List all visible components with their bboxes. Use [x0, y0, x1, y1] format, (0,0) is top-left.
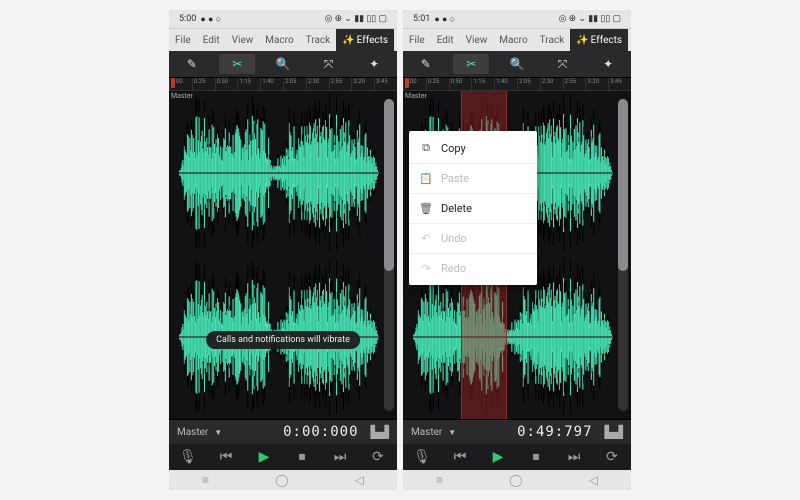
- track-label: Master: [405, 92, 427, 100]
- status-dots: ● ● ○: [434, 14, 455, 25]
- skip-back-button[interactable]: ⏮: [448, 445, 472, 469]
- waveform-channel-left: [179, 91, 379, 255]
- playhead-marker[interactable]: [171, 78, 175, 88]
- paste-icon: 📋: [419, 172, 433, 185]
- toolbar: ✎ ✂ 🔍 ⤧ ✦: [169, 51, 397, 78]
- menu-edit[interactable]: Edit: [431, 29, 460, 51]
- figure-root: 5:00 ● ● ○ ◎ ⊕ ⌄ ▮▮ ▯▯ ▢ File Edit View M…: [0, 0, 800, 500]
- menu-edit[interactable]: Edit: [197, 29, 226, 51]
- status-time: 5:00: [179, 14, 196, 24]
- waveform-style-icon[interactable]: ▙▟: [371, 425, 389, 439]
- footer-track-select[interactable]: Master: [411, 427, 442, 438]
- skip-forward-button[interactable]: ⏭: [328, 445, 352, 469]
- redo-icon: ↷: [419, 262, 433, 275]
- tool-pencil-icon[interactable]: ✎: [174, 54, 210, 74]
- tool-cut-icon[interactable]: ✂: [219, 54, 255, 74]
- tool-move-icon[interactable]: ⤧: [311, 54, 347, 74]
- play-button[interactable]: ▶: [486, 445, 510, 469]
- status-bar: 5:00 ● ● ○ ◎ ⊕ ⌄ ▮▮ ▯▯ ▢: [169, 10, 397, 28]
- scrollbar-thumb[interactable]: [384, 99, 394, 271]
- delete-icon: 🗑: [419, 202, 433, 215]
- ctx-undo: ↶Undo: [409, 224, 537, 254]
- track-footer: Master ▼ 0:49:797 ▙▟: [403, 419, 631, 444]
- play-button[interactable]: ▶: [252, 445, 276, 469]
- status-icons: ◎ ⊕ ⌄ ▮▮ ▯▯ ▢: [559, 14, 621, 24]
- skip-forward-button[interactable]: ⏭: [562, 445, 586, 469]
- menu-effects[interactable]: ✨Effects: [336, 29, 394, 51]
- tool-pencil-icon[interactable]: ✎: [408, 54, 444, 74]
- ctx-redo: ↷Redo: [409, 254, 537, 283]
- loop-button[interactable]: ⟳: [600, 445, 624, 469]
- menu-bar[interactable]: File Edit View Macro Track ✨Effects: [169, 28, 397, 51]
- footer-track-select[interactable]: Master: [177, 427, 208, 438]
- status-dots: ● ● ○: [200, 14, 221, 25]
- menu-view[interactable]: View: [460, 29, 494, 51]
- record-button[interactable]: 🎙: [176, 445, 200, 469]
- ctx-delete[interactable]: 🗑Delete: [409, 194, 537, 224]
- tool-cut-icon[interactable]: ✂: [453, 54, 489, 74]
- toast-notification: Calls and notifications will vibrate: [206, 331, 360, 349]
- chevron-down-icon[interactable]: ▼: [448, 428, 456, 437]
- waveform-track-area[interactable]: Master ⧉Copy 📋Paste 🗑Delete ↶Undo ↷Redo: [403, 91, 631, 419]
- menu-view[interactable]: View: [226, 29, 260, 51]
- copy-icon: ⧉: [419, 141, 433, 155]
- playback-bar: 🎙 ⏮ ▶ ⏹ ⏭ ⟳: [169, 444, 397, 470]
- menu-macro[interactable]: Macro: [259, 29, 299, 51]
- status-icons: ◎ ⊕ ⌄ ▮▮ ▯▯ ▢: [325, 14, 387, 24]
- stop-button[interactable]: ⏹: [524, 445, 548, 469]
- context-menu: ⧉Copy 📋Paste 🗑Delete ↶Undo ↷Redo: [409, 131, 537, 285]
- status-bar: 5:01 ● ● ○ ◎ ⊕ ⌄ ▮▮ ▯▯ ▢: [403, 10, 631, 28]
- track-label: Master: [171, 92, 193, 100]
- ctx-paste: 📋Paste: [409, 164, 537, 194]
- chevron-down-icon[interactable]: ▼: [214, 428, 222, 437]
- nav-recents-icon[interactable]: ≡: [436, 473, 443, 487]
- tool-magic-icon[interactable]: ✦: [356, 54, 392, 74]
- menu-file[interactable]: File: [403, 29, 431, 51]
- playhead-marker[interactable]: [405, 78, 409, 88]
- time-display: 0:49:797: [517, 424, 592, 440]
- tool-move-icon[interactable]: ⤧: [545, 54, 581, 74]
- track-footer: Master ▼ 0:00:000 ▙▟: [169, 419, 397, 444]
- time-display: 0:00:000: [283, 424, 358, 440]
- waveform-track-area[interactable]: Master Calls and notifications will vibr…: [169, 91, 397, 419]
- menu-effects[interactable]: ✨Effects: [570, 29, 628, 51]
- android-nav-bar: ≡ ◯ ◁: [403, 470, 631, 490]
- vertical-scrollbar[interactable]: [618, 99, 628, 411]
- waveform-style-icon[interactable]: ▙▟: [605, 425, 623, 439]
- android-nav-bar: ≡ ◯ ◁: [169, 470, 397, 490]
- tool-zoom-icon[interactable]: 🔍: [265, 54, 301, 74]
- menu-track[interactable]: Track: [300, 29, 337, 51]
- record-button[interactable]: 🎙: [410, 445, 434, 469]
- skip-back-button[interactable]: ⏮: [214, 445, 238, 469]
- menu-bar[interactable]: File Edit View Macro Track ✨Effects: [403, 28, 631, 51]
- nav-home-icon[interactable]: ◯: [275, 473, 288, 487]
- menu-macro[interactable]: Macro: [493, 29, 533, 51]
- timeline-ruler[interactable]: 0:00 0:25 0:50 1:15 1:40 2:05 2:30 2:55 …: [169, 78, 397, 91]
- waveform[interactable]: [179, 91, 379, 419]
- playback-bar: 🎙 ⏮ ▶ ⏹ ⏭ ⟳: [403, 444, 631, 470]
- scrollbar-thumb[interactable]: [618, 99, 628, 271]
- menu-file[interactable]: File: [169, 29, 197, 51]
- nav-home-icon[interactable]: ◯: [509, 473, 522, 487]
- toolbar: ✎ ✂ 🔍 ⤧ ✦: [403, 51, 631, 78]
- tool-magic-icon[interactable]: ✦: [590, 54, 626, 74]
- loop-button[interactable]: ⟳: [366, 445, 390, 469]
- nav-recents-icon[interactable]: ≡: [202, 473, 209, 487]
- stop-button[interactable]: ⏹: [290, 445, 314, 469]
- screenshot-left: 5:00 ● ● ○ ◎ ⊕ ⌄ ▮▮ ▯▯ ▢ File Edit View M…: [169, 10, 397, 490]
- nav-back-icon[interactable]: ◁: [355, 473, 364, 487]
- nav-back-icon[interactable]: ◁: [589, 473, 598, 487]
- screenshot-right: 5:01 ● ● ○ ◎ ⊕ ⌄ ▮▮ ▯▯ ▢ File Edit View M…: [403, 10, 631, 490]
- tool-zoom-icon[interactable]: 🔍: [499, 54, 535, 74]
- status-time: 5:01: [413, 14, 430, 24]
- undo-icon: ↶: [419, 232, 433, 245]
- vertical-scrollbar[interactable]: [384, 99, 394, 411]
- menu-track[interactable]: Track: [534, 29, 571, 51]
- timeline-ruler[interactable]: 0:00 0:25 0:50 1:15 1:40 2:05 2:30 2:55 …: [403, 78, 631, 91]
- ctx-copy[interactable]: ⧉Copy: [409, 133, 537, 164]
